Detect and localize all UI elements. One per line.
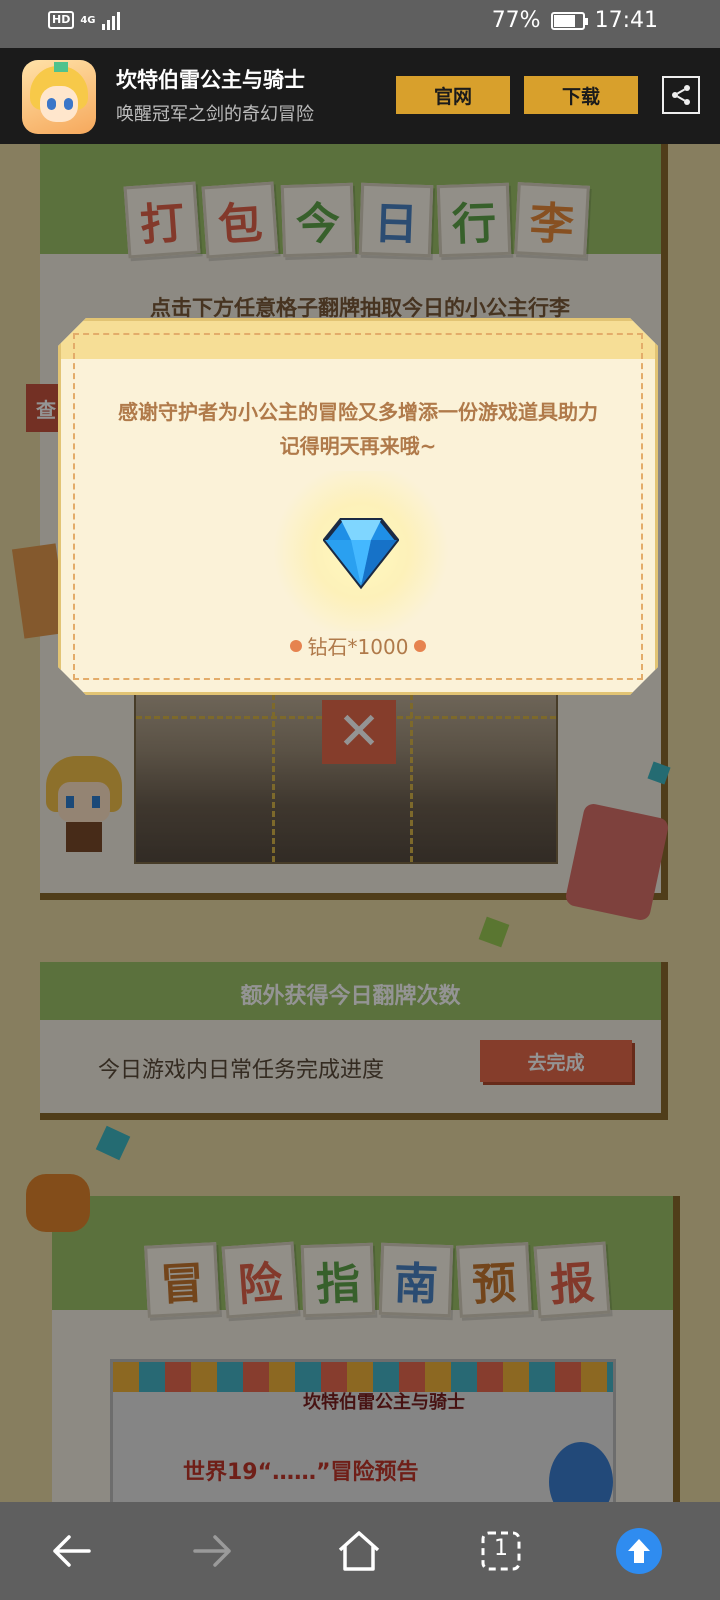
forward-button[interactable] xyxy=(188,1526,238,1576)
download-button[interactable]: 下载 xyxy=(524,76,638,114)
tabs-button[interactable]: 1 xyxy=(476,1526,526,1576)
reward-label-row: 钻石*1000 xyxy=(61,631,655,660)
share-button[interactable] xyxy=(662,76,700,114)
official-site-button[interactable]: 官网 xyxy=(396,76,510,114)
share-icon xyxy=(672,85,690,105)
scroll-top-icon xyxy=(616,1528,662,1574)
bullet-icon xyxy=(414,639,427,652)
status-bar: HD 4G 77% 17:41 xyxy=(0,0,720,48)
home-icon xyxy=(338,1531,380,1571)
reward-modal: 感谢守护者为小公主的冒险又多增添一份游戏道具助力 记得明天再来哦~ 钻石*100… xyxy=(58,318,658,695)
tab-count: 1 xyxy=(494,1536,508,1561)
back-arrow-icon xyxy=(53,1535,91,1567)
reward-message: 感谢守护者为小公主的冒险又多增添一份游戏道具助力 记得明天再来哦~ xyxy=(81,395,635,463)
reward-label: 钻石*1000 xyxy=(307,635,409,659)
app-banner: 坎特伯雷公主与骑士 唤醒冠军之剑的奇幻冒险 官网 下载 xyxy=(0,48,720,144)
battery-fill xyxy=(553,14,576,27)
forward-arrow-icon xyxy=(193,1535,231,1567)
battery-icon xyxy=(550,11,588,30)
scroll-top-button[interactable] xyxy=(614,1526,664,1576)
back-button[interactable] xyxy=(46,1526,96,1576)
app-title: 坎特伯雷公主与骑士 xyxy=(116,68,305,92)
diamond-icon xyxy=(323,518,399,590)
reward-message-line2: 记得明天再来哦~ xyxy=(279,434,437,458)
battery-percent: 77% xyxy=(491,8,541,33)
status-right: 77% 17:41 xyxy=(492,8,658,33)
network-type: 4G xyxy=(80,14,96,26)
hd-badge: HD xyxy=(48,11,75,29)
app-icon[interactable] xyxy=(22,60,96,134)
clock: 17:41 xyxy=(594,8,658,33)
home-button[interactable] xyxy=(334,1526,384,1576)
signal-icon xyxy=(101,10,120,30)
reward-message-line1: 感谢守护者为小公主的冒险又多增添一份游戏道具助力 xyxy=(118,400,598,424)
browser-nav-bar: 1 xyxy=(0,1502,720,1600)
app-subtitle: 唤醒冠军之剑的奇幻冒险 xyxy=(116,104,314,125)
status-left: HD 4G xyxy=(48,10,120,30)
bullet-icon xyxy=(289,639,302,652)
